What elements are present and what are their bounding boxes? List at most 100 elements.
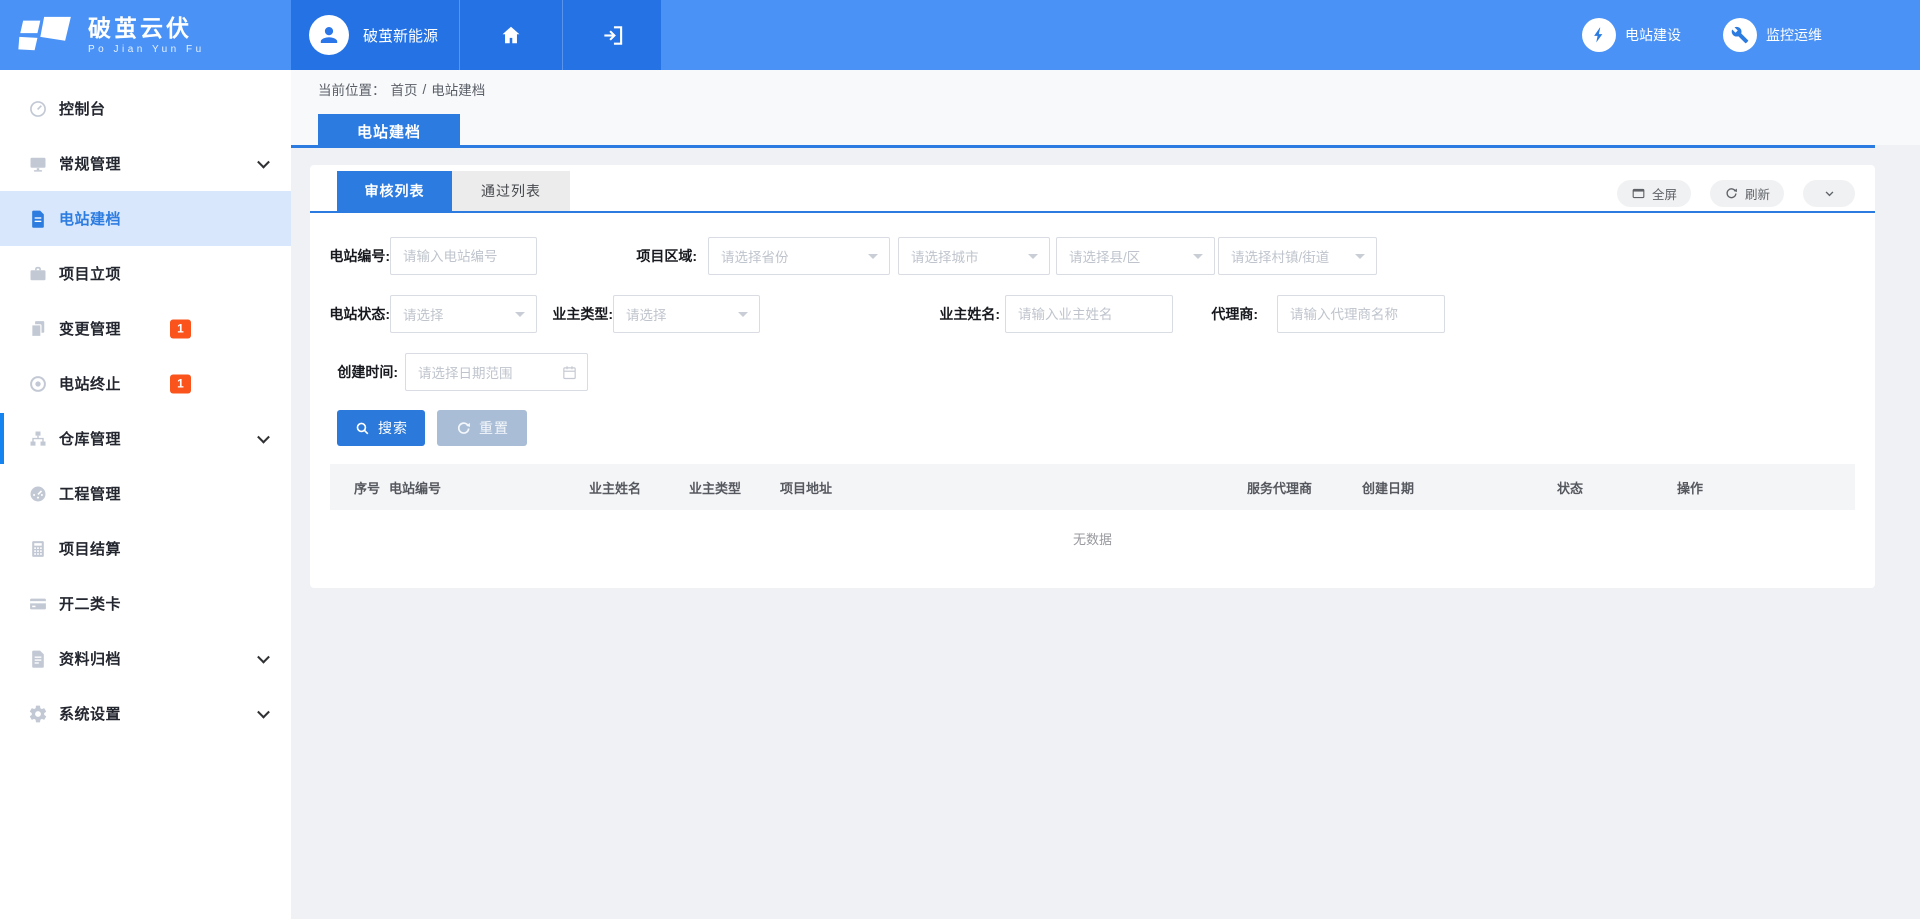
home-button[interactable] — [460, 0, 563, 70]
label-station-no: 电站编号: — [320, 237, 390, 275]
brand-logo: 破茧云伏 Po Jian Yun Fu — [0, 0, 291, 70]
credit-card-icon — [28, 594, 48, 614]
person-icon — [317, 23, 341, 47]
main-panel: 审核列表 通过列表 全屏 刷新 电站编号: 项目区域: 请选择省份 — [310, 165, 1875, 588]
label-station-status: 电站状态: — [320, 295, 390, 333]
col-created-date: 创建日期 — [1362, 478, 1557, 497]
chevron-down-icon — [257, 430, 270, 443]
station-status-select[interactable]: 请选择 — [390, 295, 537, 333]
calculator-icon — [28, 539, 48, 559]
sidebar: 控制台 常规管理 电站建档 项目立项 — [0, 70, 291, 919]
sidebar-item-warehouse-mgmt[interactable]: 仓库管理 — [0, 411, 291, 466]
stop-circle-icon — [28, 374, 48, 394]
sidebar-item-engineering-mgmt[interactable]: 工程管理 — [0, 466, 291, 521]
fullscreen-button[interactable]: 全屏 — [1617, 180, 1691, 207]
label-created-time: 创建时间: — [320, 353, 398, 391]
col-project-address: 项目地址 — [780, 478, 1247, 497]
search-icon — [354, 420, 371, 437]
copy-icon — [28, 319, 48, 339]
breadcrumb-separator: / — [423, 82, 427, 97]
lightning-icon — [1582, 18, 1616, 52]
city-select[interactable]: 请选择城市 — [898, 237, 1050, 275]
panel-toolbar: 全屏 刷新 — [1617, 180, 1855, 207]
chevron-down-icon — [1822, 186, 1837, 201]
col-service-agent: 服务代理商 — [1247, 478, 1362, 497]
brand-subtitle: Po Jian Yun Fu — [88, 44, 205, 55]
wrench-icon — [1723, 18, 1757, 52]
agent-input[interactable] — [1277, 295, 1445, 333]
nav-station-build[interactable]: 电站建设 — [1582, 18, 1681, 52]
brand-logo-icon — [18, 14, 76, 56]
owner-name-input[interactable] — [1005, 295, 1173, 333]
user-menu[interactable]: 破茧新能源 — [291, 0, 460, 70]
document-icon — [28, 209, 48, 229]
sidebar-item-station-termination[interactable]: 电站终止 1 — [0, 356, 291, 411]
sidebar-item-station-archive[interactable]: 电站建档 — [0, 191, 291, 246]
archive-icon — [28, 649, 48, 669]
reset-icon — [455, 420, 472, 437]
province-select[interactable]: 请选择省份 — [708, 237, 890, 275]
sidebar-item-system-settings[interactable]: 系统设置 — [0, 686, 291, 741]
col-actions: 操作 — [1677, 478, 1855, 497]
date-range-input[interactable]: 请选择日期范围 — [405, 353, 588, 391]
gear-icon — [28, 704, 48, 724]
station-no-input[interactable] — [390, 237, 537, 275]
village-select[interactable]: 请选择村镇/街道 — [1218, 237, 1377, 275]
nav-label: 监控运维 — [1766, 25, 1822, 45]
label-owner-type: 业主类型: — [543, 295, 613, 333]
sign-in-icon — [601, 24, 624, 47]
user-name: 破茧新能源 — [363, 25, 438, 46]
header-nav: 电站建设 监控运维 — [661, 0, 1920, 70]
sidebar-item-console[interactable]: 控制台 — [0, 81, 291, 136]
sitemap-icon — [28, 429, 48, 449]
table-empty-state: 无数据 — [330, 510, 1855, 566]
tab-review-list[interactable]: 审核列表 — [337, 171, 452, 211]
breadcrumb-prefix: 当前位置： — [318, 79, 386, 99]
sidebar-item-project-initiation[interactable]: 项目立项 — [0, 246, 291, 301]
search-button[interactable]: 搜索 — [337, 410, 425, 446]
chevron-down-icon — [257, 155, 270, 168]
monitor-icon — [28, 154, 48, 174]
briefcase-icon — [28, 264, 48, 284]
home-icon — [500, 24, 522, 46]
refresh-button[interactable]: 刷新 — [1710, 180, 1784, 207]
chevron-down-icon — [257, 650, 270, 663]
col-station-no: 电站编号 — [389, 478, 589, 497]
breadcrumb-home-link[interactable]: 首页 — [391, 79, 418, 99]
tab-passed-list[interactable]: 通过列表 — [452, 171, 570, 211]
status-badge: 1 — [170, 319, 191, 338]
col-index: 序号 — [330, 478, 389, 497]
col-status: 状态 — [1557, 478, 1677, 497]
status-badge: 1 — [170, 374, 191, 393]
avatar — [309, 15, 349, 55]
refresh-icon — [1724, 186, 1739, 201]
page-tab-station-archive[interactable]: 电站建档 — [318, 114, 460, 148]
label-owner-name: 业主姓名: — [930, 295, 1000, 333]
fullscreen-icon — [1631, 186, 1646, 201]
sidebar-item-general-mgmt[interactable]: 常规管理 — [0, 136, 291, 191]
calendar-icon — [561, 364, 578, 381]
gauge-icon — [28, 99, 48, 119]
nav-monitor-ops[interactable]: 监控运维 — [1723, 18, 1822, 52]
collapse-button[interactable] — [1803, 180, 1855, 207]
owner-type-select[interactable]: 请选择 — [613, 295, 760, 333]
county-select[interactable]: 请选择县/区 — [1056, 237, 1215, 275]
header-dark-section: 破茧新能源 — [291, 0, 661, 70]
sidebar-item-change-mgmt[interactable]: 变更管理 1 — [0, 301, 291, 356]
sign-in-button[interactable] — [563, 0, 661, 70]
sidebar-item-project-settlement[interactable]: 项目结算 — [0, 521, 291, 576]
breadcrumb-current: 电站建档 — [431, 79, 485, 99]
dashboard-icon — [28, 484, 48, 504]
nav-label: 电站建设 — [1625, 25, 1681, 45]
col-owner-name: 业主姓名 — [589, 478, 689, 497]
page-tab-underline — [291, 145, 1875, 148]
sidebar-item-data-archive[interactable]: 资料归档 — [0, 631, 291, 686]
sidebar-item-open-card[interactable]: 开二类卡 — [0, 576, 291, 631]
col-owner-type: 业主类型 — [689, 478, 780, 497]
table-header: 序号 电站编号 业主姓名 业主类型 项目地址 服务代理商 创建日期 状态 操作 — [330, 464, 1855, 510]
breadcrumb: 当前位置： 首页 / 电站建档 — [291, 70, 1920, 108]
label-agent: 代理商: — [1200, 295, 1258, 333]
chevron-down-icon — [257, 705, 270, 718]
content-top-strip: 当前位置： 首页 / 电站建档 — [291, 70, 1920, 145]
reset-button[interactable]: 重置 — [437, 410, 527, 446]
